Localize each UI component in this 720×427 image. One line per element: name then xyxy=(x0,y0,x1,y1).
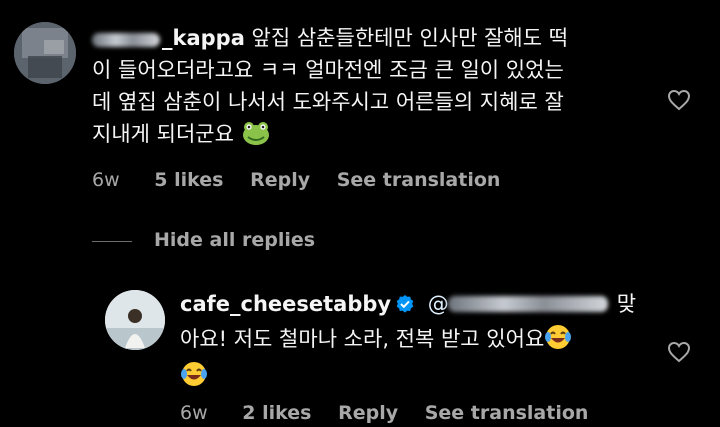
reply-reply-button[interactable]: Reply xyxy=(338,402,398,424)
comment-reply-button[interactable]: Reply xyxy=(250,169,310,191)
like-reply-heart-icon[interactable] xyxy=(667,341,691,363)
reply-username[interactable]: cafe_cheesetabby xyxy=(180,292,391,316)
reply-text-line-1: 맞 xyxy=(616,292,637,316)
comment-text-line-2: 이 들어오더라고요 ㅋㅋ 얼마전엔 조금 큰 일이 있었는 xyxy=(92,58,564,82)
comment-text-line-1: 앞집 삼춘들한테만 인사만 잘해도 떡 xyxy=(244,26,569,50)
like-comment-heart-icon[interactable] xyxy=(667,89,691,111)
comment-age: 6w xyxy=(92,169,120,191)
comment-body: _kappa 앞집 삼춘들한테만 인사만 잘해도 떡 이 들어오더라고요 ㅋㅋ … xyxy=(92,22,652,155)
reply-meta: 6w 2 likes Reply See translation xyxy=(180,402,608,424)
laughing-tears-emoji-icon-2 xyxy=(180,360,208,397)
comment-see-translation-link[interactable]: See translation xyxy=(337,169,501,191)
replies-divider xyxy=(92,241,132,242)
commenter-avatar[interactable] xyxy=(14,22,76,84)
reply-likes-link[interactable]: 2 likes xyxy=(242,402,311,424)
reply-age: 6w xyxy=(180,402,208,424)
comment-meta: 6w 5 likes Reply See translation xyxy=(92,169,520,191)
comment-text-line-3: 데 옆집 삼춘이 나서서 도와주시고 어른들의 지혜로 잘 xyxy=(92,90,564,114)
reply-avatar[interactable] xyxy=(105,290,165,350)
comment-likes-link[interactable]: 5 likes xyxy=(154,169,223,191)
redacted-mention xyxy=(448,296,608,312)
comment-username[interactable]: _kappa xyxy=(162,26,245,50)
reply-see-translation-link[interactable]: See translation xyxy=(425,402,589,424)
laughing-tears-emoji-icon xyxy=(544,323,572,360)
reply-text-line-2: 아요! 저도 철마나 소라, 전복 받고 있어요 xyxy=(180,327,545,351)
verified-badge-icon xyxy=(395,291,415,323)
mention-prefix[interactable]: @ xyxy=(428,292,449,316)
frog-emoji-icon xyxy=(241,120,271,155)
comment-text-line-4: 지내게 되더군요 xyxy=(92,122,241,146)
hide-replies-button[interactable]: Hide all replies xyxy=(154,229,315,251)
